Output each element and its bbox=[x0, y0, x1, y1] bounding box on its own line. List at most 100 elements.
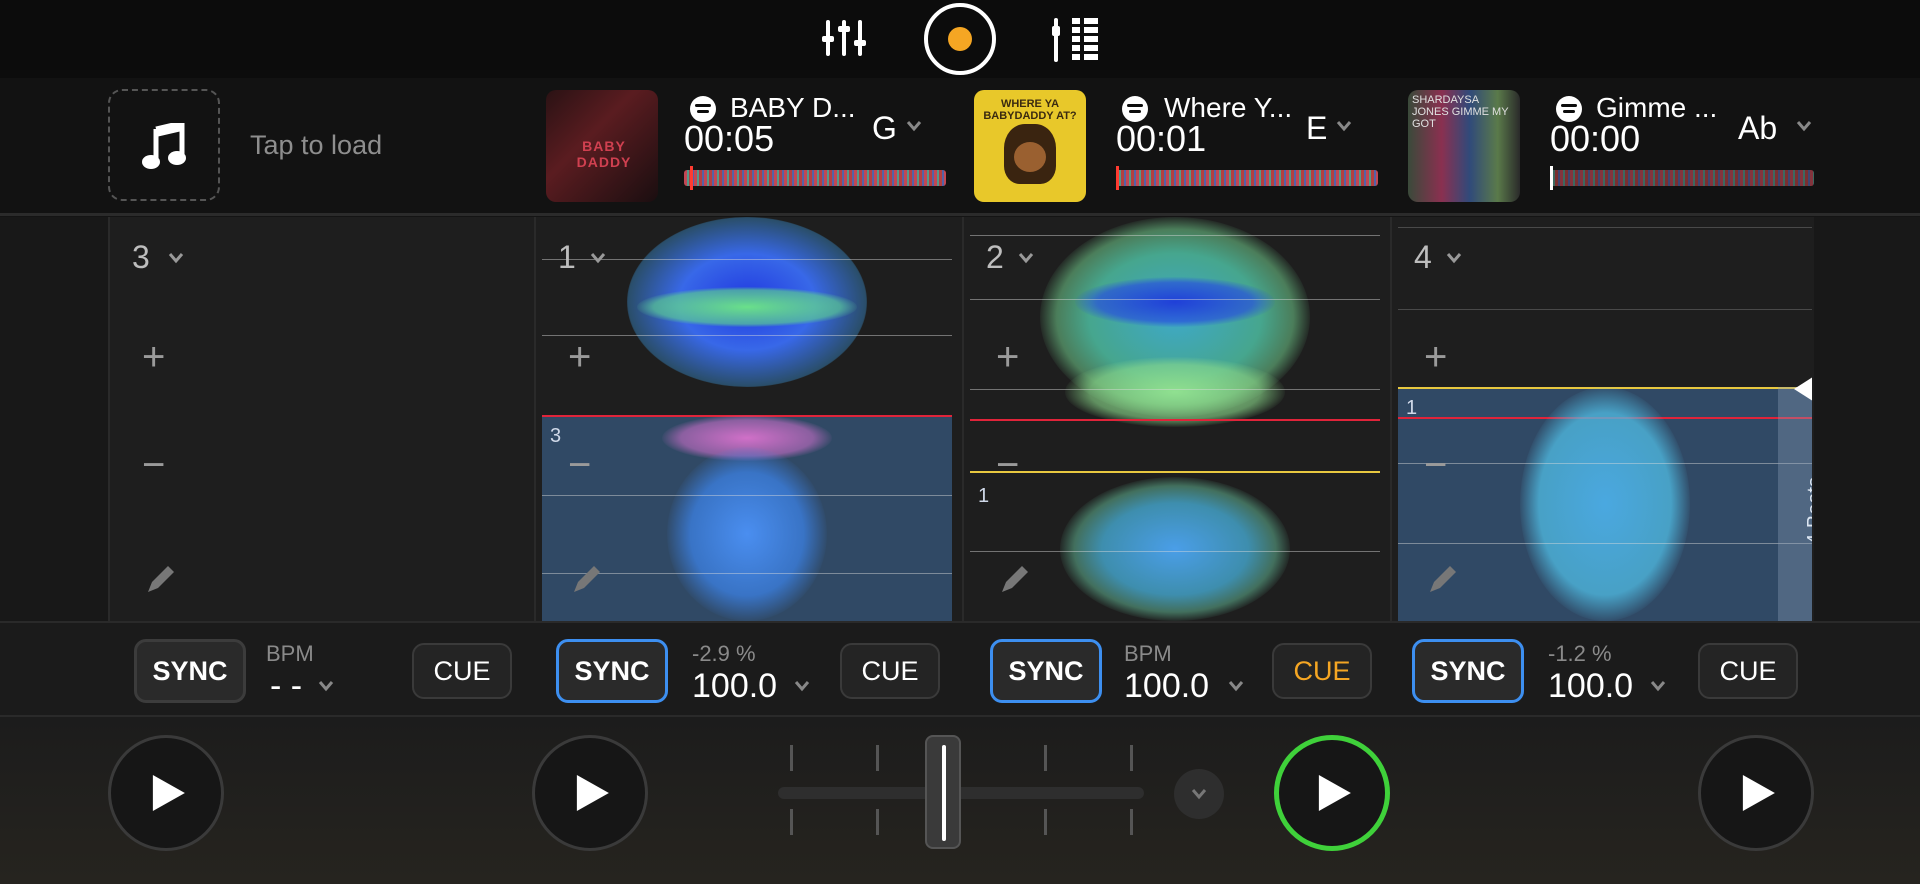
play-button-deck-3[interactable] bbox=[108, 735, 224, 851]
mini-waveform[interactable] bbox=[1550, 170, 1814, 186]
track-time: 00:05 bbox=[684, 118, 775, 159]
play-button-deck-1[interactable] bbox=[532, 735, 648, 851]
deck-1[interactable]: 3 1 + − bbox=[534, 217, 962, 621]
pitch-percent-label: -1.2 % bbox=[1548, 641, 1612, 666]
chevron-down-icon[interactable] bbox=[906, 118, 922, 134]
deck-number[interactable]: 1 bbox=[558, 239, 576, 276]
crossfader-tick bbox=[790, 745, 793, 771]
deck-control-row: SYNC BPM - - CUE SYNC -2.9 % 100.0 CUE S… bbox=[0, 621, 1920, 717]
deck-layout-icon[interactable] bbox=[1052, 18, 1100, 62]
crossfader-tick bbox=[876, 809, 879, 835]
deck-number[interactable]: 3 bbox=[132, 239, 150, 276]
chevron-down-icon bbox=[1191, 789, 1207, 800]
chevron-down-icon[interactable] bbox=[1796, 118, 1812, 134]
bpm-value[interactable]: 100.0 bbox=[692, 667, 777, 706]
track-key[interactable]: Ab bbox=[1738, 110, 1777, 147]
crossfader-knob[interactable] bbox=[924, 735, 961, 849]
pencil-icon[interactable] bbox=[1426, 562, 1460, 596]
loop-end-handle[interactable] bbox=[1794, 375, 1812, 403]
playhead-marker bbox=[1550, 166, 1553, 190]
record-button[interactable] bbox=[924, 3, 996, 75]
mixer-sliders-icon[interactable] bbox=[822, 18, 866, 58]
crossfader-tick bbox=[876, 745, 879, 771]
pencil-icon[interactable] bbox=[570, 562, 604, 596]
deck-3[interactable]: 3 + − bbox=[108, 217, 534, 621]
crossfader-tick bbox=[1044, 745, 1047, 771]
tap-to-load-label[interactable]: Tap to load bbox=[250, 130, 382, 161]
cue-button[interactable]: CUE bbox=[1272, 643, 1372, 699]
play-button-deck-2[interactable] bbox=[1274, 735, 1390, 851]
transport-bar bbox=[0, 717, 1920, 884]
zoom-in-button[interactable]: + bbox=[568, 335, 591, 380]
playhead-marker bbox=[1116, 166, 1119, 190]
crossfader-track[interactable] bbox=[778, 787, 1144, 799]
beat-marker: 1 bbox=[978, 485, 990, 507]
play-button-deck-4[interactable] bbox=[1698, 735, 1814, 851]
track-time: 00:01 bbox=[1116, 118, 1207, 159]
sync-button[interactable]: SYNC bbox=[134, 639, 246, 703]
bpm-value[interactable]: 100.0 bbox=[1548, 667, 1633, 706]
track-key[interactable]: G bbox=[872, 110, 897, 147]
music-note-icon bbox=[142, 123, 186, 169]
loop-length-label: 4 Beats bbox=[1804, 477, 1812, 545]
waveform-display[interactable]: 3 bbox=[542, 217, 952, 621]
crossfader-tick bbox=[1130, 745, 1133, 771]
mini-waveform[interactable] bbox=[1116, 170, 1378, 186]
sync-button[interactable]: SYNC bbox=[556, 639, 668, 703]
play-icon bbox=[1318, 775, 1351, 811]
album-art: SHARDAYSA JONES GIMME MY GOT bbox=[1408, 90, 1520, 202]
cue-button[interactable]: CUE bbox=[412, 643, 512, 699]
top-bar bbox=[0, 0, 1920, 78]
cue-button[interactable]: CUE bbox=[1698, 643, 1798, 699]
cue-button[interactable]: CUE bbox=[840, 643, 940, 699]
pitch-percent-label: -2.9 % bbox=[692, 641, 756, 666]
chevron-down-icon[interactable] bbox=[1650, 679, 1666, 693]
track-info-3[interactable]: SHARDAYSA JONES GIMME MY GOT Gimme ... 0… bbox=[1408, 78, 1820, 216]
deck-area: 3 + − 3 1 + − 1 2 + − 1 Beats 4 + − bbox=[0, 217, 1920, 621]
pencil-icon[interactable] bbox=[144, 562, 178, 596]
zoom-in-button[interactable]: + bbox=[1424, 335, 1447, 380]
crossfader-tick bbox=[1044, 809, 1047, 835]
album-art: BABY DADDY bbox=[546, 90, 658, 202]
chevron-down-icon[interactable] bbox=[1228, 679, 1244, 693]
play-icon bbox=[1742, 775, 1775, 811]
pencil-icon[interactable] bbox=[998, 562, 1032, 596]
track-key[interactable]: E bbox=[1306, 110, 1327, 147]
sync-button[interactable]: SYNC bbox=[1412, 639, 1524, 703]
track-time: 00:00 bbox=[1550, 118, 1641, 159]
deck-4[interactable]: 1 4 Beats 4 + − bbox=[1390, 217, 1814, 621]
crossfader-tick bbox=[790, 809, 793, 835]
deck-number[interactable]: 4 bbox=[1414, 239, 1432, 276]
chevron-down-icon[interactable] bbox=[1018, 251, 1034, 265]
bpm-value[interactable]: 100.0 bbox=[1124, 667, 1209, 706]
zoom-out-button[interactable]: − bbox=[568, 443, 591, 488]
zoom-out-button[interactable]: − bbox=[1424, 443, 1447, 488]
bpm-value[interactable]: - - bbox=[270, 667, 302, 706]
deck-number[interactable]: 2 bbox=[986, 239, 1004, 276]
load-track-slot[interactable] bbox=[108, 89, 220, 201]
bpm-label: BPM bbox=[266, 641, 314, 666]
track-info-2[interactable]: WHERE YA BABYDADDY AT? Where Y... 00:01 … bbox=[974, 78, 1378, 216]
crossfader-options-button[interactable] bbox=[1174, 769, 1224, 819]
chevron-down-icon[interactable] bbox=[1446, 251, 1462, 265]
playhead-marker bbox=[690, 166, 693, 190]
zoom-in-button[interactable]: + bbox=[996, 335, 1019, 380]
chevron-down-icon[interactable] bbox=[794, 679, 810, 693]
chevron-down-icon[interactable] bbox=[590, 251, 606, 265]
mini-waveform[interactable] bbox=[684, 170, 946, 186]
chevron-down-icon[interactable] bbox=[318, 679, 334, 693]
chevron-down-icon[interactable] bbox=[168, 251, 184, 265]
beat-marker: 1 bbox=[1406, 397, 1418, 419]
crossfader-tick bbox=[1130, 809, 1133, 835]
sync-button[interactable]: SYNC bbox=[990, 639, 1102, 703]
waveform-display[interactable]: 1 bbox=[970, 217, 1380, 621]
track-header-row: Tap to load BABY DADDY BABY D... 00:05 G… bbox=[0, 78, 1920, 216]
deck-2[interactable]: 1 2 + − bbox=[962, 217, 1390, 621]
waveform-display[interactable]: 1 4 Beats bbox=[1398, 217, 1812, 621]
zoom-out-button[interactable]: − bbox=[142, 443, 165, 488]
zoom-in-button[interactable]: + bbox=[142, 335, 165, 380]
track-info-1[interactable]: BABY DADDY BABY D... 00:05 G bbox=[546, 78, 946, 216]
zoom-out-button[interactable]: − bbox=[996, 443, 1019, 488]
play-icon bbox=[576, 775, 609, 811]
chevron-down-icon[interactable] bbox=[1336, 118, 1352, 134]
